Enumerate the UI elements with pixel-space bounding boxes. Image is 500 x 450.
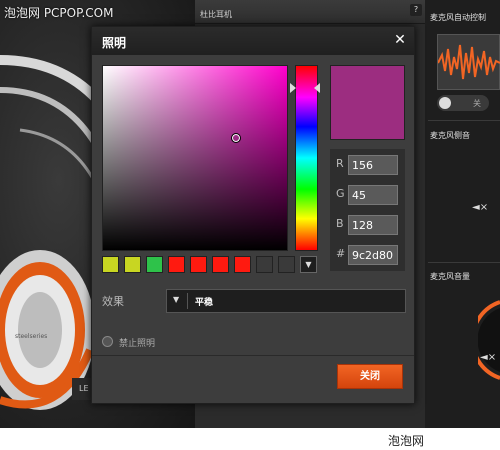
- effect-select[interactable]: ▼ 平稳: [166, 289, 406, 313]
- svg-text:steelseries: steelseries: [15, 333, 47, 340]
- g-input[interactable]: [348, 185, 398, 205]
- color-swatch[interactable]: [256, 256, 273, 273]
- effect-separator: [187, 293, 188, 309]
- effect-value: 平稳: [195, 298, 214, 308]
- disable-lighting-label: 禁止照明: [119, 339, 156, 349]
- help-button[interactable]: ?: [410, 4, 422, 16]
- watermark-bottom: 泡泡网 PCPOP.COM: [384, 432, 500, 450]
- color-picker-cursor[interactable]: [231, 133, 241, 143]
- b-label: B: [336, 217, 344, 230]
- hue-slider-handle-left[interactable]: [290, 83, 296, 93]
- divider: [428, 262, 500, 263]
- g-label: G: [336, 187, 345, 200]
- mic-waveform: [437, 34, 500, 90]
- mute-icon[interactable]: ◄×: [472, 202, 488, 213]
- watermark-top: 泡泡网 PCPOP.COM: [4, 6, 114, 20]
- mic-mute-icon[interactable]: ◄×: [480, 352, 496, 363]
- toggle-label: 关: [473, 99, 481, 108]
- color-swatch[interactable]: [168, 256, 185, 273]
- color-swatch[interactable]: [124, 256, 141, 273]
- color-swatch[interactable]: [102, 256, 119, 273]
- color-preview: [330, 65, 405, 140]
- toggle-knob: [439, 97, 451, 109]
- dialog-header: 照明 ✕: [92, 27, 414, 55]
- saturation-value-picker[interactable]: [102, 65, 288, 251]
- b-input[interactable]: [348, 215, 398, 235]
- footer-divider: [92, 355, 414, 356]
- chevron-down-icon: ▼: [173, 295, 180, 304]
- color-swatch[interactable]: [212, 256, 229, 273]
- mic-auto-control-title: 麦克风自动控制: [430, 13, 486, 22]
- r-input[interactable]: [348, 155, 398, 175]
- lighting-dialog: 照明 ✕ R G B # ▼ 效果 ▼ 平稳 禁止照明 关闭: [91, 26, 415, 404]
- mic-monitor-title: 麦克风侧音: [430, 131, 470, 140]
- dialog-close-icon[interactable]: ✕: [392, 32, 408, 48]
- hue-slider-handle-right[interactable]: [314, 83, 320, 93]
- mic-volume-title: 麦克风音量: [430, 272, 470, 281]
- swatch-dropdown-icon[interactable]: ▼: [300, 256, 317, 273]
- divider: [428, 120, 500, 121]
- settings-panel-title: 杜比耳机: [200, 10, 232, 19]
- mic-auto-toggle[interactable]: 关: [437, 95, 489, 111]
- effect-label: 效果: [102, 295, 124, 308]
- color-swatch[interactable]: [146, 256, 163, 273]
- hex-input[interactable]: [348, 245, 398, 265]
- color-swatch[interactable]: [278, 256, 295, 273]
- dialog-title: 照明: [102, 36, 127, 50]
- hex-label: #: [336, 247, 346, 260]
- close-button[interactable]: 关闭: [337, 364, 403, 389]
- left-tab[interactable]: LE: [72, 378, 92, 400]
- color-swatch[interactable]: [234, 256, 251, 273]
- disable-lighting-checkbox[interactable]: [102, 336, 113, 347]
- rgb-panel: R G B #: [330, 149, 405, 271]
- mic-volume-knob[interactable]: [478, 300, 500, 380]
- r-label: R: [336, 157, 344, 170]
- color-swatch[interactable]: [190, 256, 207, 273]
